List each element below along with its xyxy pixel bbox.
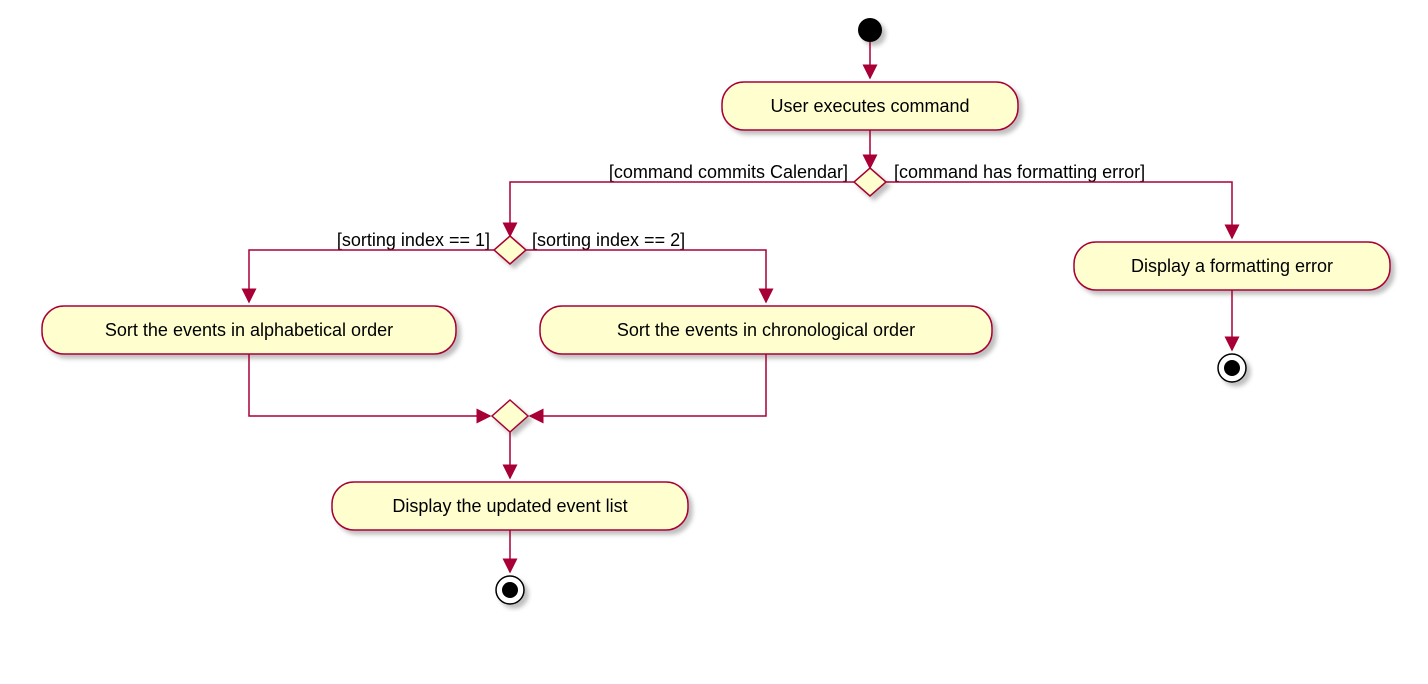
initial-node	[858, 18, 882, 42]
final-node-right	[1218, 354, 1246, 382]
activity-sort-alpha: Sort the events in alphabetical order	[42, 306, 456, 354]
edge-d1-d2	[510, 182, 854, 236]
decision-command	[854, 168, 886, 196]
edge-d2-alpha	[249, 250, 494, 302]
edge-chrono-merge	[530, 354, 766, 416]
activity-sort-chrono-label: Sort the events in chronological order	[617, 320, 915, 340]
guard-commits-calendar: [command commits Calendar]	[609, 162, 848, 182]
activity-display-list: Display the updated event list	[332, 482, 688, 530]
activity-display-error: Display a formatting error	[1074, 242, 1390, 290]
activity-sort-alpha-label: Sort the events in alphabetical order	[105, 320, 393, 340]
edge-d2-chrono	[526, 250, 766, 302]
guard-formatting-error: [command has formatting error]	[894, 162, 1145, 182]
activity-diagram: User executes command [command commits C…	[0, 0, 1428, 684]
activity-display-error-label: Display a formatting error	[1131, 256, 1333, 276]
guard-sort-2: [sorting index == 2]	[532, 230, 685, 250]
merge-sort	[492, 400, 528, 432]
decision-sorting-index	[494, 236, 526, 264]
activity-sort-chrono: Sort the events in chronological order	[540, 306, 992, 354]
activity-user-executes-label: User executes command	[770, 96, 969, 116]
edge-d1-err	[886, 182, 1232, 238]
guard-sort-1: [sorting index == 1]	[337, 230, 490, 250]
final-node-left	[496, 576, 524, 604]
activity-display-list-label: Display the updated event list	[392, 496, 627, 516]
edge-alpha-merge	[249, 354, 490, 416]
activity-user-executes: User executes command	[722, 82, 1018, 130]
